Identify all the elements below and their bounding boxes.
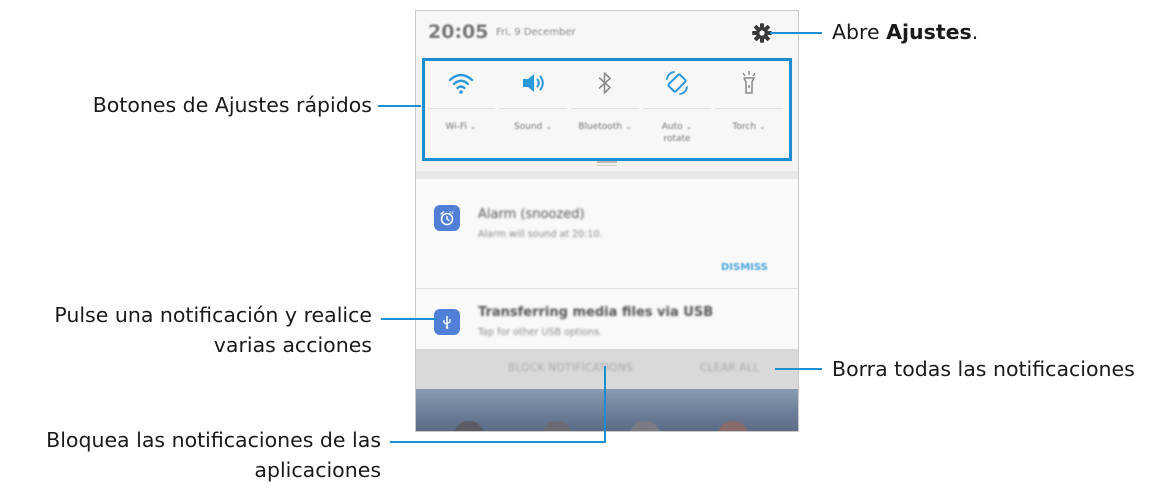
- quick-setting-sound[interactable]: Sound ⌄: [497, 61, 569, 158]
- notification-subtitle: Alarm will sound at 20:10.: [478, 229, 603, 240]
- callout-clear-all: Borra todas las notificaciones: [832, 357, 1135, 381]
- clear-all-button[interactable]: CLEAR ALL: [700, 362, 759, 374]
- bluetooth-icon: [598, 72, 611, 94]
- callout-notification: Pulse una notificación y realice varias …: [54, 303, 372, 357]
- leader-line-block-vertical: [604, 366, 606, 442]
- quick-setting-divider: [571, 108, 639, 109]
- notification-actions-bar: BLOCK NOTIFICATIONS CLEAR ALL: [416, 349, 798, 389]
- app-icon-partial: [630, 421, 660, 431]
- leader-line-clear-all: [775, 368, 822, 370]
- app-icon-partial: [542, 421, 572, 431]
- app-icon-partial: [454, 421, 484, 431]
- drag-handle-line: [597, 165, 617, 166]
- block-notifications-button[interactable]: BLOCK NOTIFICATIONS: [508, 362, 633, 374]
- app-icon-partial: [718, 421, 748, 431]
- notification-list: zz Alarm (snoozed) Alarm will sound at 2…: [416, 179, 798, 349]
- quick-setting-divider: [499, 108, 567, 109]
- leader-line-notification: [381, 318, 437, 320]
- leader-line-block-horizontal: [390, 441, 606, 443]
- callout-quick-settings: Botones de Ajustes rápidos: [92, 93, 372, 117]
- callout-block-notifications: Bloquea las notificaciones de las aplica…: [46, 428, 381, 482]
- quick-setting-divider: [643, 108, 711, 109]
- leader-line-quick-settings: [378, 105, 421, 107]
- quick-setting-auto-rotate[interactable]: Auto ⌄ rotate: [641, 61, 713, 158]
- notification-usb[interactable]: Transferring media files via USB Tap for…: [416, 289, 798, 349]
- status-time: 20:05: [428, 21, 489, 43]
- drag-handle[interactable]: [597, 161, 617, 163]
- dismiss-button[interactable]: DISMISS: [721, 262, 768, 273]
- quick-setting-divider: [715, 108, 783, 109]
- quick-setting-label: Sound ⌄: [514, 122, 552, 132]
- notification-alarm[interactable]: zz Alarm (snoozed) Alarm will sound at 2…: [416, 179, 798, 288]
- usb-icon: [434, 309, 460, 335]
- wifi-icon: [448, 73, 474, 94]
- leader-line-settings: [770, 32, 822, 34]
- notification-title: Transferring media files via USB: [478, 305, 714, 320]
- panel-divider: [416, 171, 798, 179]
- notification-title: Alarm (snoozed): [478, 207, 585, 222]
- quick-setting-bluetooth[interactable]: Bluetooth ⌄: [569, 61, 641, 158]
- auto-rotate-icon: [666, 71, 688, 95]
- callout-settings: Abre Ajustes.: [832, 20, 979, 44]
- quick-setting-wifi[interactable]: Wi-Fi ⌄: [425, 61, 497, 158]
- svg-text:zz: zz: [449, 211, 454, 216]
- status-date: Fri, 9 December: [496, 27, 576, 38]
- quick-settings-panel: Wi-Fi ⌄ Sound ⌄ Bluetooth ⌄ Auto ⌄ rotat…: [422, 58, 792, 161]
- quick-setting-label: Auto ⌄ rotate: [661, 122, 693, 144]
- quick-setting-label: Torch ⌄: [732, 122, 766, 132]
- quick-setting-label: Wi-Fi ⌄: [445, 122, 477, 132]
- sound-icon: [523, 74, 544, 92]
- alarm-icon: zz: [434, 205, 460, 231]
- home-wallpaper: [416, 389, 798, 431]
- notification-panel: 20:05 Fri, 9 December Wi-Fi ⌄ Sound ⌄ Bl…: [415, 10, 799, 432]
- quick-setting-label: Bluetooth ⌄: [578, 122, 632, 132]
- quick-setting-torch[interactable]: Torch ⌄: [713, 61, 785, 158]
- notification-subtitle: Tap for other USB options.: [478, 327, 603, 338]
- torch-icon: [742, 71, 756, 94]
- quick-setting-divider: [427, 108, 495, 109]
- status-bar: 20:05 Fri, 9 December: [416, 11, 798, 57]
